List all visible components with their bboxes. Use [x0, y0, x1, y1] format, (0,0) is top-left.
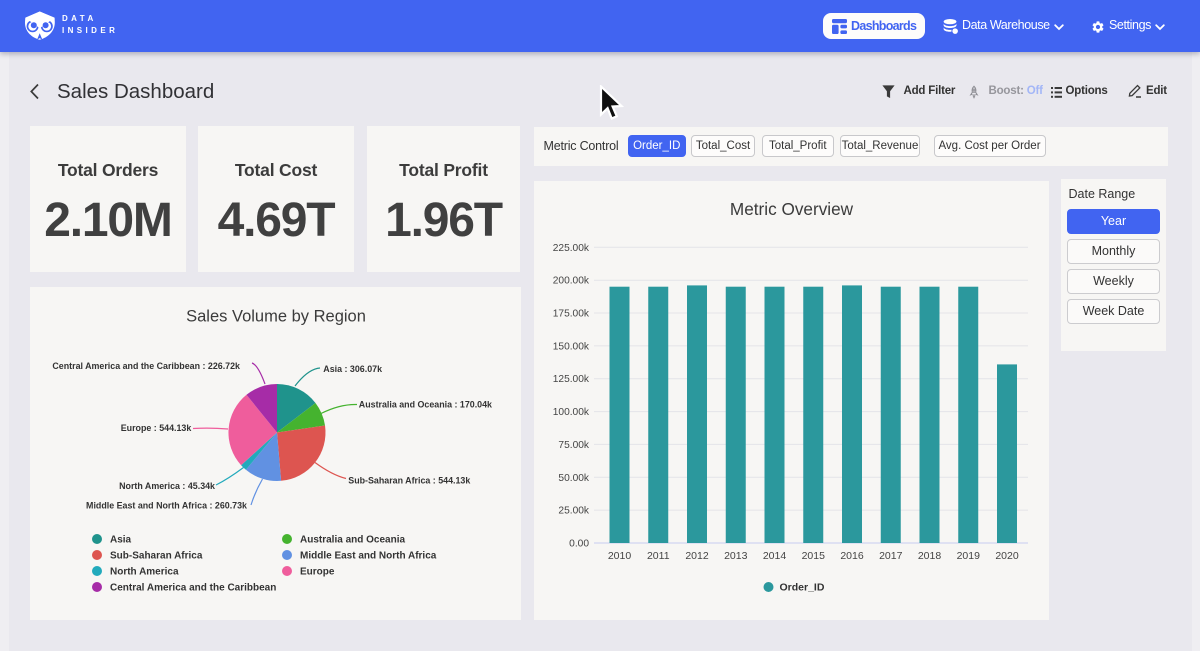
- svg-text:Metric Overview: Metric Overview: [730, 199, 854, 219]
- svg-text:2014: 2014: [763, 550, 787, 562]
- svg-text:Australia and Oceania : 170.04: Australia and Oceania : 170.04k: [359, 400, 492, 410]
- svg-text:50.00k: 50.00k: [558, 473, 589, 484]
- svg-text:2020: 2020: [995, 550, 1019, 562]
- svg-text:Australia and Oceania: Australia and Oceania: [300, 535, 405, 546]
- svg-text:Sub-Saharan Africa : 544.13k: Sub-Saharan Africa : 544.13k: [348, 475, 470, 485]
- svg-text:North America: North America: [110, 567, 179, 578]
- svg-text:North America : 45.34k: North America : 45.34k: [119, 481, 215, 491]
- svg-text:2010: 2010: [608, 550, 632, 562]
- svg-text:2017: 2017: [879, 550, 903, 562]
- svg-text:2013: 2013: [724, 550, 748, 562]
- svg-text:225.00k: 225.00k: [553, 243, 590, 254]
- svg-text:2019: 2019: [957, 550, 981, 562]
- svg-text:Middle East and North Africa :: Middle East and North Africa : 260.73k: [86, 501, 247, 511]
- svg-text:Sales Volume by Region: Sales Volume by Region: [186, 307, 366, 325]
- svg-text:2011: 2011: [647, 550, 670, 562]
- svg-text:25.00k: 25.00k: [558, 506, 589, 517]
- svg-text:Central America and the Caribb: Central America and the Caribbean : 226.…: [52, 361, 240, 371]
- svg-text:2016: 2016: [840, 550, 864, 562]
- svg-text:Sub-Saharan Africa: Sub-Saharan Africa: [110, 551, 203, 562]
- svg-text:150.00k: 150.00k: [553, 341, 590, 352]
- svg-text:Europe : 544.13k: Europe : 544.13k: [121, 423, 192, 433]
- svg-text:2012: 2012: [685, 550, 709, 562]
- svg-text:2015: 2015: [802, 550, 826, 562]
- svg-text:125.00k: 125.00k: [553, 374, 590, 385]
- svg-text:Europe: Europe: [300, 567, 335, 578]
- svg-text:Central America and the Caribb: Central America and the Caribbean: [110, 583, 276, 594]
- svg-text:100.00k: 100.00k: [553, 407, 590, 418]
- svg-text:Asia : 306.07k: Asia : 306.07k: [323, 364, 382, 374]
- svg-text:0.00: 0.00: [569, 539, 589, 550]
- svg-text:75.00k: 75.00k: [558, 440, 589, 451]
- svg-text:200.00k: 200.00k: [553, 276, 590, 287]
- svg-text:Asia: Asia: [110, 535, 132, 546]
- svg-text:175.00k: 175.00k: [553, 309, 590, 320]
- svg-text:2018: 2018: [918, 550, 942, 562]
- svg-text:Middle East and North Africa: Middle East and North Africa: [300, 551, 437, 562]
- svg-text:Order_ID: Order_ID: [780, 582, 825, 594]
